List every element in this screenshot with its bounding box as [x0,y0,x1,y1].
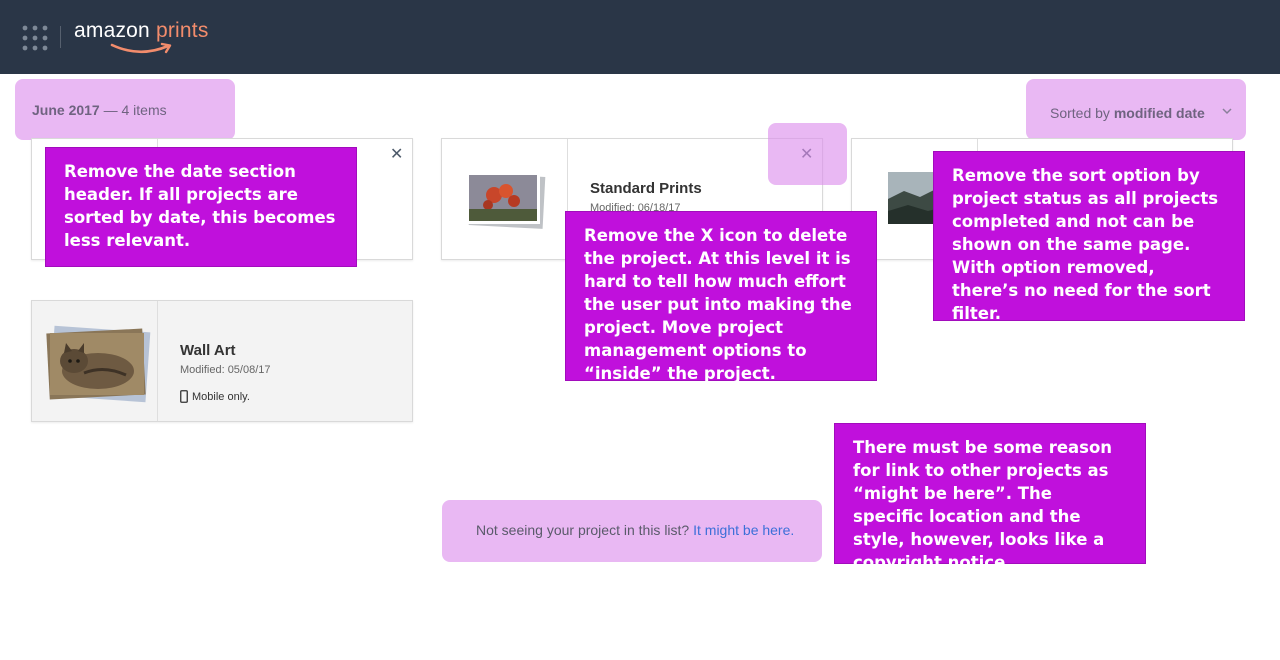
project-modified-date: Modified: 05/08/17 [180,364,271,376]
wall-art-cat-photo [46,325,151,403]
other-projects-link[interactable]: It might be here. [693,522,794,538]
top-bar: amazon prints [0,0,1280,74]
annotation-date-header: Remove the date section header. If all p… [45,147,357,267]
mobile-phone-icon [180,390,188,403]
sort-prefix: Sorted by [1050,105,1110,121]
mobile-only-note: Mobile only. [180,390,250,403]
apps-grid-icon[interactable] [22,25,48,51]
close-icon[interactable]: ✕ [390,147,403,163]
chevron-down-icon [1222,108,1232,115]
sort-value: modified date [1113,105,1205,121]
sort-dropdown[interactable]: Sorted by modified date [1026,79,1246,140]
date-section-header: June 2017 — 4 items [15,79,235,140]
project-title: Standard Prints [590,180,702,197]
project-thumbnail-column [442,139,568,259]
close-icon-highlight [768,123,847,185]
section-month: June 2017 [32,102,100,118]
project-title: Wall Art [180,342,236,359]
annotation-footer-link: There must be some reason for link to ot… [834,423,1146,572]
amazon-prints-logo[interactable]: amazon prints [74,18,209,58]
annotation-close-icon: Remove the X icon to delete the project.… [565,211,877,383]
other-projects-text: Not seeing your project in this list? [476,522,690,538]
amazon-smile-icon [110,42,172,54]
other-projects-notice: Not seeing your project in this list? It… [442,500,822,562]
logo-word-prints: prints [155,19,209,42]
section-item-count: — 4 items [103,102,167,118]
standard-prints-photo [466,172,546,229]
header-divider [60,26,61,48]
logo-word-amazon: amazon [74,19,150,42]
annotation-sort-option: Remove the sort option by project status… [933,151,1245,323]
mobile-only-label: Mobile only. [192,390,250,403]
project-card-wall-art[interactable]: Wall Art Modified: 05/08/17 Mobile only. [31,300,413,422]
project-thumbnail-column [32,301,158,421]
